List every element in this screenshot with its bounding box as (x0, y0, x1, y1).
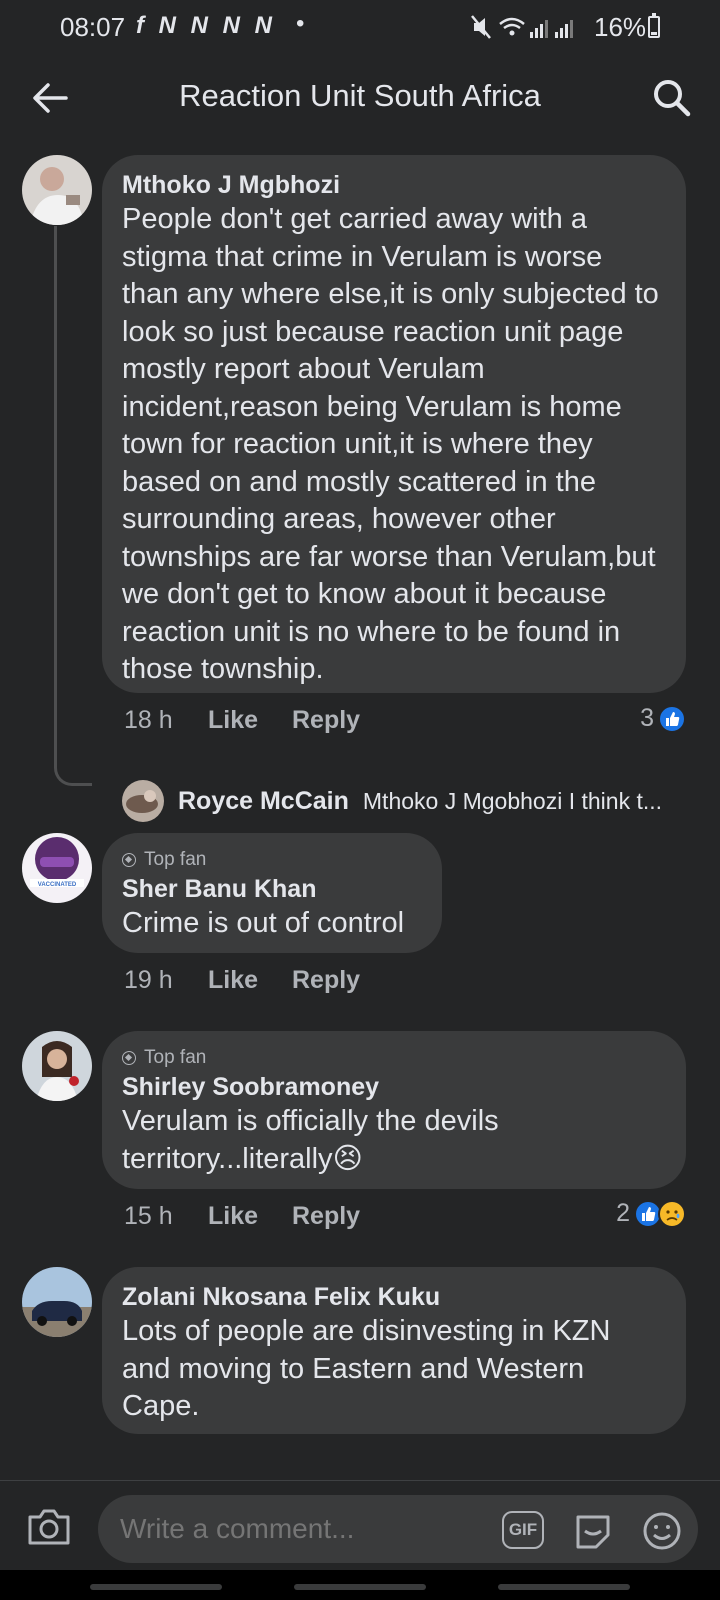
comment-actions: 15 h Like Reply (124, 1202, 360, 1231)
top-fan-badge: Top fan (122, 1045, 666, 1071)
avatar[interactable] (22, 1267, 92, 1337)
comment-time[interactable]: 15 h (124, 1202, 208, 1231)
comment-text: People don't get carried away with a sti… (122, 203, 659, 685)
reaction-summary[interactable]: 3 (640, 704, 686, 733)
top-fan-label: Top fan (144, 1047, 207, 1068)
top-fan-icon (122, 853, 136, 867)
notification-icons: f N N N N (136, 12, 276, 39)
comment-bubble[interactable]: Top fan Shirley Soobramoney Verulam is o… (102, 1031, 686, 1189)
thread-line (54, 226, 92, 786)
svg-text:VACCINATED: VACCINATED (38, 882, 77, 888)
header: Reaction Unit South Africa (0, 52, 720, 144)
comment-actions: 18 h Like Reply (124, 706, 360, 735)
reply-avatar (122, 780, 164, 822)
comment-bubble[interactable]: Mthoko J Mgbhozi People don't get carrie… (102, 155, 686, 693)
status-time: 08:07 (60, 12, 126, 42)
comment-composer: GIF (0, 1480, 720, 1570)
avatar[interactable]: VACCINATED (22, 833, 92, 903)
persevering-face-emoji: 😣 (332, 1142, 363, 1175)
top-fan-badge: Top fan (122, 847, 422, 873)
sticker-icon[interactable] (572, 1511, 614, 1551)
emoji-icon[interactable] (642, 1511, 682, 1551)
avatar[interactable] (22, 1031, 92, 1101)
reply-button[interactable]: Reply (292, 1202, 360, 1231)
comment-author[interactable]: Zolani Nkosana Felix Kuku (122, 1281, 666, 1313)
nav-home[interactable] (294, 1584, 426, 1590)
comment-author[interactable]: Shirley Soobramoney (122, 1071, 666, 1103)
system-nav-bar (0, 1570, 720, 1600)
avatar[interactable] (22, 155, 92, 225)
comment-bubble[interactable]: Zolani Nkosana Felix Kuku Lots of people… (102, 1267, 686, 1434)
sad-reaction-icon (658, 1199, 686, 1228)
reply-button[interactable]: Reply (292, 706, 360, 735)
reaction-count: 2 (616, 1199, 630, 1227)
nav-recents[interactable] (90, 1584, 222, 1590)
top-fan-icon (122, 1051, 136, 1065)
comment-actions: 19 h Like Reply (124, 966, 360, 995)
battery-icon (648, 13, 660, 38)
comment-text: Lots of people are disinvesting in KZN a… (122, 1315, 611, 1422)
more-notifications-dot: • (296, 10, 305, 37)
comment-time[interactable]: 19 h (124, 966, 208, 995)
like-button[interactable]: Like (208, 706, 292, 735)
camera-icon[interactable] (26, 1505, 72, 1547)
like-button[interactable]: Like (208, 1202, 292, 1231)
comment-author[interactable]: Sher Banu Khan (122, 873, 422, 905)
search-icon[interactable] (650, 76, 694, 120)
comment-text-content: Verulam is officially the devils territo… (122, 1105, 499, 1175)
nav-back[interactable] (498, 1584, 630, 1590)
like-button[interactable]: Like (208, 966, 292, 995)
reaction-summary[interactable]: 2 (616, 1199, 686, 1228)
comment-author[interactable]: Mthoko J Mgbhozi (122, 169, 666, 201)
battery-percent: 16% (594, 12, 647, 42)
top-fan-label: Top fan (144, 849, 207, 870)
comment-time[interactable]: 18 h (124, 706, 208, 735)
reply-preview[interactable]: Royce McCain Mthoko J Mgobhozi I think t… (122, 780, 692, 822)
comment-text: Crime is out of control (122, 907, 405, 939)
status-bar: 08:07 f N N N N • 16% (0, 0, 720, 52)
comment-text: Verulam is officially the devils territo… (122, 1103, 666, 1178)
reply-author: Royce McCain (178, 786, 349, 815)
page-title: Reaction Unit South Africa (179, 78, 541, 113)
reply-button[interactable]: Reply (292, 966, 360, 995)
comment-bubble[interactable]: Top fan Sher Banu Khan Crime is out of c… (102, 833, 442, 953)
like-reaction-icon (658, 704, 686, 733)
gif-button[interactable]: GIF (502, 1511, 544, 1549)
reply-text: Mthoko J Mgobhozi I think t... (362, 787, 663, 814)
reaction-count: 3 (640, 704, 654, 732)
signal-icons (471, 15, 573, 39)
